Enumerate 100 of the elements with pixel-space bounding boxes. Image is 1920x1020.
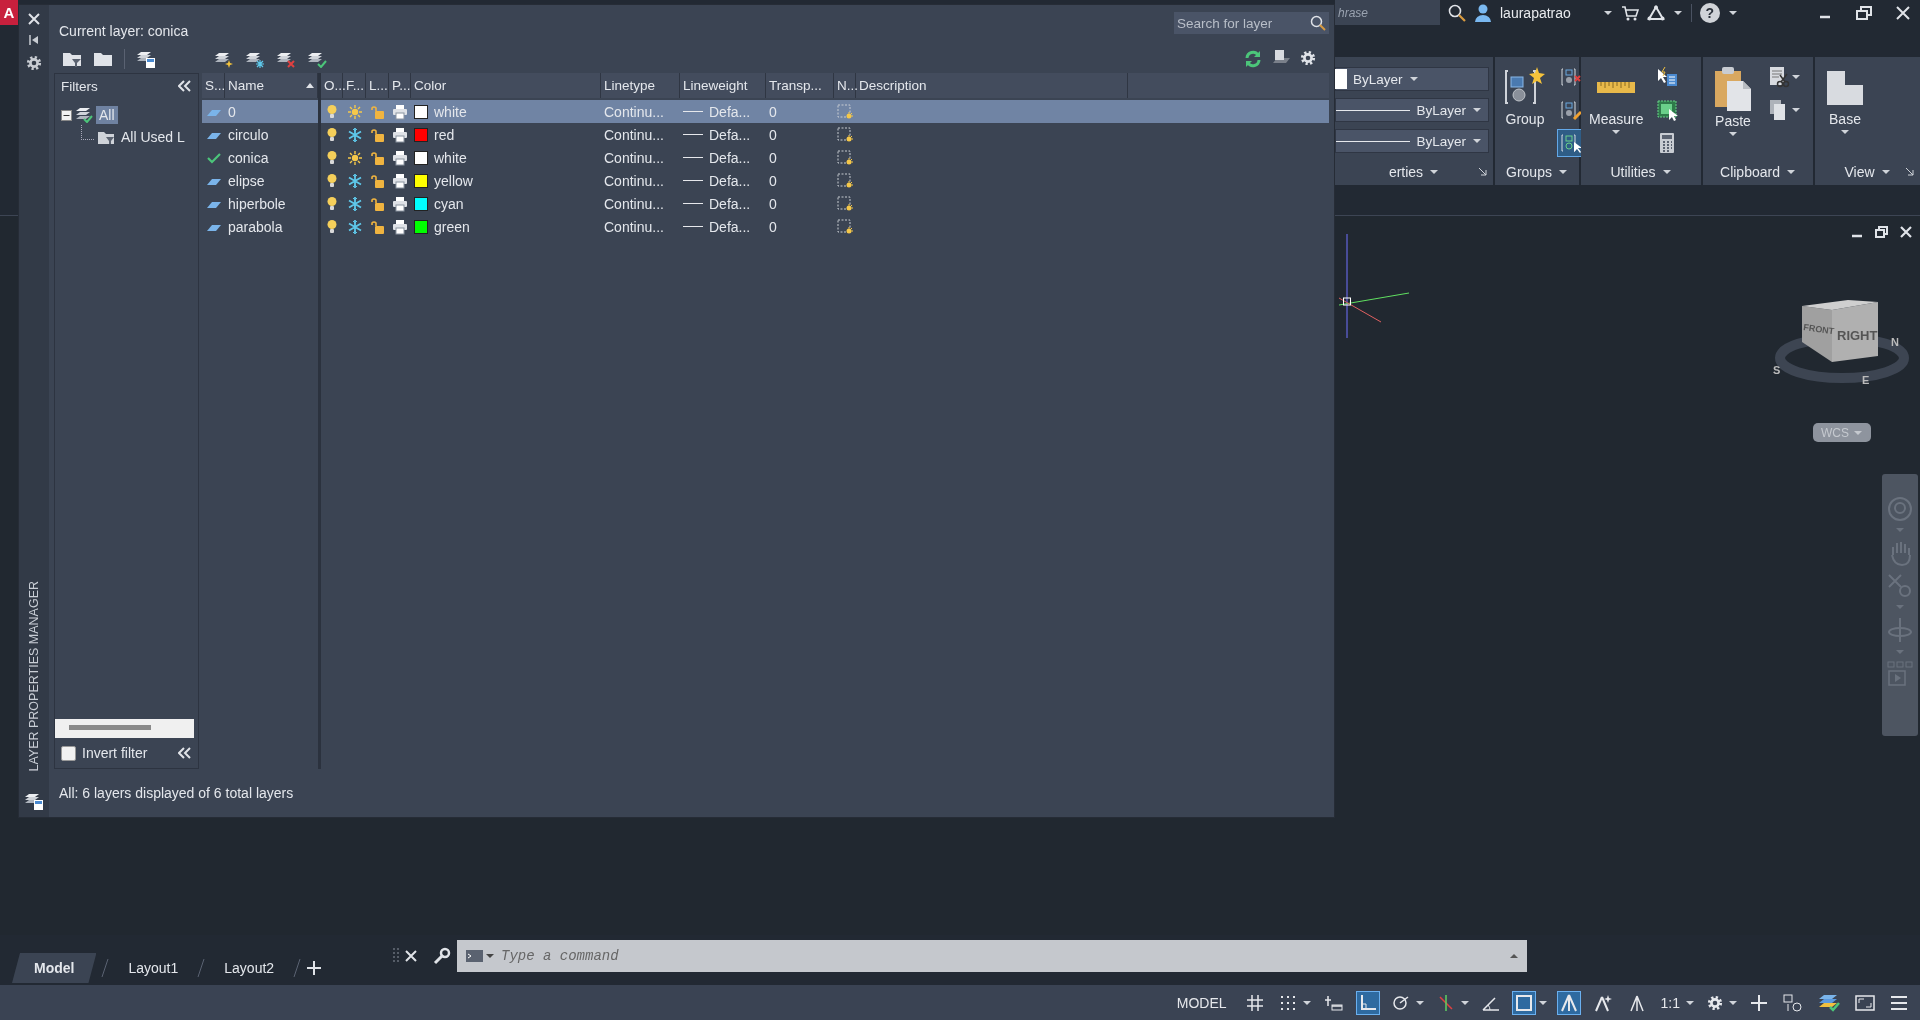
- panel-title[interactable]: View: [1844, 163, 1875, 180]
- ribbon-button[interactable]: Base: [1819, 63, 1871, 158]
- column-header[interactable]: Linetype: [601, 73, 680, 98]
- snowflake-icon[interactable]: [346, 218, 363, 235]
- printer-icon[interactable]: [392, 126, 408, 143]
- group-cursor-icon[interactable]: [1560, 132, 1582, 154]
- property-dropdown[interactable]: ByLayer: [1335, 98, 1489, 122]
- padlock-open-icon[interactable]: [370, 195, 385, 212]
- light-bulb-icon[interactable]: [326, 126, 338, 143]
- layer-row[interactable]: cyan Continu... Defa... 0: [321, 192, 1329, 215]
- layout-tab[interactable]: Model: [12, 953, 97, 983]
- user-name[interactable]: laurapatrao: [1500, 4, 1571, 21]
- color-swatch[interactable]: [414, 127, 428, 142]
- help-button[interactable]: ?: [1699, 2, 1720, 23]
- group-cross-icon[interactable]: [1560, 66, 1582, 88]
- padlock-open-icon[interactable]: [370, 126, 385, 143]
- property-dropdown[interactable]: ByLayer: [1335, 67, 1489, 91]
- filter-tree-item[interactable]: All Used L: [118, 128, 188, 146]
- collapse-icon[interactable]: [61, 109, 72, 121]
- frame-sun-icon[interactable]: [837, 149, 853, 166]
- command-window-icon[interactable]: [465, 948, 495, 964]
- layer-row[interactable]: conica: [202, 146, 318, 169]
- layers-cross-icon[interactable]: [276, 50, 296, 68]
- printer-icon[interactable]: [392, 172, 408, 189]
- layer-row[interactable]: hiperbole: [202, 192, 318, 215]
- plus-icon[interactable]: [306, 960, 323, 976]
- printer-icon[interactable]: [392, 149, 408, 166]
- layer-row[interactable]: red Continu... Defa... 0: [321, 123, 1329, 146]
- layers-star-icon[interactable]: [214, 50, 234, 68]
- ribbon-button[interactable]: Measure: [1585, 63, 1648, 158]
- padlock-open-icon[interactable]: [370, 149, 385, 166]
- layers-document-icon[interactable]: [136, 49, 156, 69]
- frame-sun-icon[interactable]: [837, 126, 853, 143]
- light-bulb-icon[interactable]: [326, 195, 338, 212]
- color-swatch[interactable]: [414, 173, 428, 188]
- column-header[interactable]: L...: [366, 73, 389, 98]
- app-logo[interactable]: A: [0, 0, 18, 25]
- close-icon[interactable]: [405, 950, 417, 962]
- caret-icon[interactable]: [1429, 168, 1440, 175]
- wrench-icon[interactable]: [433, 947, 451, 965]
- color-swatch[interactable]: [414, 150, 428, 165]
- search-box[interactable]: Search for layer: [1174, 12, 1329, 34]
- printer-icon[interactable]: [392, 195, 408, 212]
- frame-sun-icon[interactable]: [837, 195, 853, 212]
- layout-tab[interactable]: Layout1: [114, 953, 193, 983]
- caret-icon[interactable]: [1785, 168, 1796, 175]
- column-header[interactable]: N...: [834, 73, 856, 98]
- checkbox[interactable]: [61, 745, 76, 761]
- frame-sun-icon[interactable]: [837, 172, 853, 189]
- folder-icon[interactable]: [93, 50, 113, 68]
- layers-snowflake-icon[interactable]: [245, 50, 265, 68]
- folder-funnel-icon[interactable]: [62, 50, 82, 68]
- panel-title[interactable]: erties: [1388, 163, 1424, 180]
- light-bulb-icon[interactable]: [326, 218, 338, 235]
- user-icon[interactable]: [1474, 3, 1492, 22]
- caret-up-icon[interactable]: [1509, 953, 1519, 959]
- triangle-nodes-icon[interactable]: [1646, 4, 1665, 21]
- search-field[interactable]: hrase: [1335, 0, 1440, 25]
- settings-icon[interactable]: [26, 55, 42, 71]
- viewcube[interactable]: RIGHT FRONT S E N: [1770, 296, 1915, 406]
- frame-sun-icon[interactable]: [837, 218, 853, 235]
- layout-tab[interactable]: Layout2: [210, 953, 289, 983]
- restore-icon[interactable]: [1856, 5, 1872, 20]
- property-dropdown[interactable]: ByLayer: [1335, 129, 1489, 153]
- cart-icon[interactable]: [1620, 4, 1639, 21]
- caret-icon[interactable]: [1602, 9, 1613, 16]
- command-input[interactable]: Type a command: [499, 947, 1505, 965]
- model-space-button[interactable]: MODEL: [1170, 994, 1233, 1011]
- column-header[interactable]: P...: [389, 73, 411, 98]
- column-header[interactable]: Color: [411, 73, 601, 98]
- cursor-square-icon[interactable]: [1656, 99, 1679, 121]
- collapse-pane-icon[interactable]: [178, 747, 192, 759]
- column-header[interactable]: O...: [321, 73, 343, 98]
- light-bulb-icon[interactable]: [326, 149, 338, 166]
- column-header[interactable]: Lineweight: [680, 73, 766, 98]
- horizontal-scrollbar[interactable]: [55, 719, 194, 738]
- search-field[interactable]: Search for layer: [1177, 15, 1310, 31]
- layer-row[interactable]: white Continu... Defa... 0: [321, 146, 1329, 169]
- column-header[interactable]: Description: [856, 73, 1128, 98]
- layers-check-icon[interactable]: [307, 50, 327, 68]
- caret-icon[interactable]: [1727, 9, 1738, 16]
- padlock-open-icon[interactable]: [370, 172, 385, 189]
- caret-icon[interactable]: [1661, 168, 1672, 175]
- layer-row[interactable]: green Continu... Defa... 0: [321, 215, 1329, 238]
- checkbox-label[interactable]: Invert filter: [82, 745, 172, 761]
- panel-title[interactable]: Groups: [1506, 163, 1552, 180]
- layer-row[interactable]: parabola: [202, 215, 318, 238]
- launcher-arrow-icon[interactable]: [1478, 167, 1487, 176]
- sun-icon[interactable]: [346, 149, 363, 166]
- column-header[interactable]: Transp...: [766, 73, 834, 98]
- snowflake-icon[interactable]: [346, 172, 363, 189]
- group-pencil-icon[interactable]: [1560, 99, 1582, 121]
- search-icon[interactable]: [1448, 3, 1466, 22]
- panel-title[interactable]: Utilities: [1610, 163, 1656, 180]
- ribbon-button[interactable]: Paste: [1707, 63, 1759, 158]
- padlock-open-icon[interactable]: [370, 218, 385, 235]
- color-swatch[interactable]: [414, 219, 428, 234]
- copy-icon[interactable]: [1768, 99, 1802, 121]
- column-header[interactable]: S...: [202, 73, 225, 98]
- layer-row[interactable]: circulo: [202, 123, 318, 146]
